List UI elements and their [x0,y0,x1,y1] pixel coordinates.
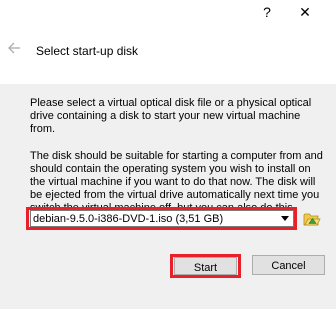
instruction-paragraph: Please select a virtual optical disk fil… [30,97,312,135]
close-button[interactable]: ✕ [296,4,314,20]
folder-open-icon[interactable] [303,210,321,228]
title-bar: ? ✕ [0,0,336,26]
disk-dropdown-highlight [26,207,297,230]
cancel-button-label: Cancel [271,260,306,272]
cancel-button[interactable]: Cancel [252,255,325,275]
help-button[interactable]: ? [259,4,275,20]
arrow-left-icon[interactable] [6,40,22,56]
select-startup-disk-dialog: ? ✕ Select start-up disk Please select a… [0,0,336,309]
start-button-highlight [170,254,241,278]
dialog-title: Select start-up disk [36,44,139,58]
